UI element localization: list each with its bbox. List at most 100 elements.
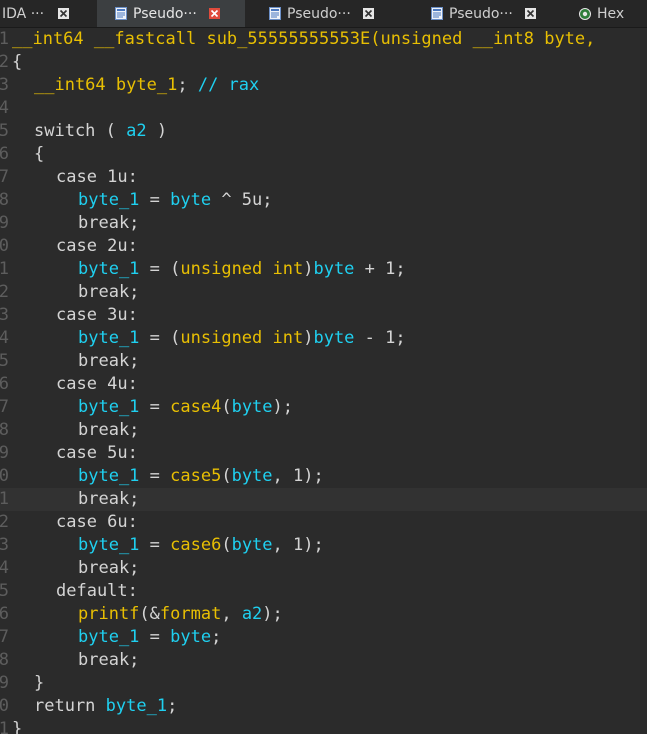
line-number: 2 xyxy=(0,282,9,302)
line-number: 7 xyxy=(0,167,9,187)
line-number: 9 xyxy=(0,443,9,463)
code-line: 8 break; xyxy=(0,419,647,442)
variable-name[interactable]: byte_1 xyxy=(116,75,177,95)
variable-byte-1[interactable]: byte_1 xyxy=(78,466,139,486)
variable-byte[interactable]: byte xyxy=(313,259,354,279)
current-code-line: 1 break; xyxy=(0,488,647,511)
pseudocode-editor[interactable]: 1 __int64 __fastcall sub_55555555553E(un… xyxy=(0,28,647,734)
case-label: case 5u: xyxy=(56,443,138,463)
code-line: 3 byte_1 = case6(byte, 1); xyxy=(0,535,324,555)
line-number: 2 xyxy=(0,512,9,532)
variable-byte[interactable]: byte xyxy=(232,466,273,486)
cast-type: unsigned int xyxy=(180,259,304,279)
case-label: case 6u: xyxy=(56,512,138,532)
code-line: 2 { xyxy=(0,51,647,74)
code-line: 8 break; xyxy=(0,649,647,672)
line-number: 6 xyxy=(0,604,9,624)
code-line: 3 case 3u: xyxy=(0,304,647,327)
variable-a2[interactable]: a2 xyxy=(126,121,146,141)
open-brace: { xyxy=(12,52,23,72)
line-number: 9 xyxy=(0,673,9,693)
tab-ida-label: IDA ··· xyxy=(2,5,45,22)
code-line: 1 } xyxy=(0,718,647,734)
tab-pseudocode-b-label: Pseudo··· xyxy=(287,5,351,22)
line-number: 8 xyxy=(0,190,9,210)
return-keyword: return xyxy=(34,696,106,716)
line-number: 7 xyxy=(0,627,9,647)
variable-byte-1[interactable]: byte_1 xyxy=(78,627,139,647)
line-number: 7 xyxy=(0,397,9,417)
variable-byte[interactable]: byte xyxy=(313,328,354,348)
code-line: 9 break; xyxy=(0,212,647,235)
close-icon[interactable] xyxy=(524,8,536,19)
line-number: 6 xyxy=(0,374,9,394)
code-line: 4 xyxy=(0,97,647,120)
variable-byte[interactable]: byte xyxy=(232,397,273,417)
line-number: 2 xyxy=(0,52,9,72)
pseudocode-file-icon xyxy=(269,7,281,20)
code-line: 9 } xyxy=(0,672,647,695)
close-brace: } xyxy=(34,673,45,693)
function-call-case5[interactable]: case5 xyxy=(170,466,221,486)
pseudocode-file-icon xyxy=(115,7,127,20)
function-call-printf[interactable]: printf xyxy=(78,604,139,624)
type-keyword: __int64 xyxy=(34,75,106,95)
line-number: 1 xyxy=(0,259,9,279)
tab-pseudocode-a[interactable]: Pseudo··· xyxy=(97,0,245,27)
line-number: 8 xyxy=(0,420,9,440)
variable-byte[interactable]: byte xyxy=(232,535,273,555)
tab-pseudocode-c-label: Pseudo··· xyxy=(449,5,513,22)
function-call-case4[interactable]: case4 xyxy=(170,397,221,417)
code-line: 7 byte_1 = byte; xyxy=(0,627,222,647)
line-number: 0 xyxy=(0,236,9,256)
line-number: 3 xyxy=(0,75,9,95)
line-number: 8 xyxy=(0,650,9,670)
tab-pseudocode-a-label: Pseudo··· xyxy=(133,5,197,22)
tab-ida[interactable]: IDA ··· xyxy=(0,0,97,27)
cast-type: unsigned int xyxy=(180,328,304,348)
variable-byte-1[interactable]: byte_1 xyxy=(78,328,139,348)
variable-a2[interactable]: a2 xyxy=(242,604,262,624)
close-icon[interactable] xyxy=(362,8,374,19)
line-number: 9 xyxy=(0,213,9,233)
variable-byte-1[interactable]: byte_1 xyxy=(78,397,139,417)
tab-pseudocode-b[interactable]: Pseudo··· xyxy=(245,0,399,27)
tab-bar: IDA ··· Pseudo··· Pseudo··· Pseudo··· He… xyxy=(0,0,647,28)
break-statement: break; xyxy=(78,420,140,440)
close-icon[interactable] xyxy=(58,8,70,19)
code-line: 5 switch ( a2 ) xyxy=(0,121,168,141)
variable-byte-1[interactable]: byte_1 xyxy=(106,696,167,716)
default-label: default: xyxy=(56,581,138,601)
close-icon[interactable] xyxy=(208,8,220,19)
case-label: case 3u: xyxy=(56,305,138,325)
variable-byte-1[interactable]: byte_1 xyxy=(78,259,139,279)
code-line: 9 case 5u: xyxy=(0,442,647,465)
line-number: 3 xyxy=(0,305,9,325)
tab-hex[interactable]: Hex xyxy=(559,0,647,27)
case-label: case 1u: xyxy=(56,167,138,187)
pseudocode-file-icon xyxy=(431,7,443,20)
line-number: 3 xyxy=(0,535,9,555)
variable-byte[interactable]: byte xyxy=(170,627,211,647)
function-call-case6[interactable]: case6 xyxy=(170,535,221,555)
code-line: 5 break; xyxy=(0,350,647,373)
line-number: 5 xyxy=(0,581,9,601)
line-number: 5 xyxy=(0,121,9,141)
code-line: 6 case 4u: xyxy=(0,373,647,396)
tab-pseudocode-c[interactable]: Pseudo··· xyxy=(399,0,559,27)
code-line: 7 case 1u: xyxy=(0,166,647,189)
variable-byte-1[interactable]: byte_1 xyxy=(78,190,139,210)
break-statement: break; xyxy=(78,282,140,302)
code-line: 0 return byte_1; xyxy=(0,696,178,716)
case-label: case 4u: xyxy=(56,374,138,394)
line-number: 1 xyxy=(0,29,9,49)
break-statement: break; xyxy=(78,351,140,371)
variable-byte[interactable]: byte xyxy=(170,190,211,210)
line-number: 4 xyxy=(0,558,9,578)
format-symbol[interactable]: format xyxy=(160,604,221,624)
break-statement: break; xyxy=(78,558,140,578)
variable-byte-1[interactable]: byte_1 xyxy=(78,535,139,555)
code-line: 0 case 2u: xyxy=(0,235,647,258)
code-line: 5 default: xyxy=(0,580,647,603)
code-comment: // rax xyxy=(197,75,260,95)
